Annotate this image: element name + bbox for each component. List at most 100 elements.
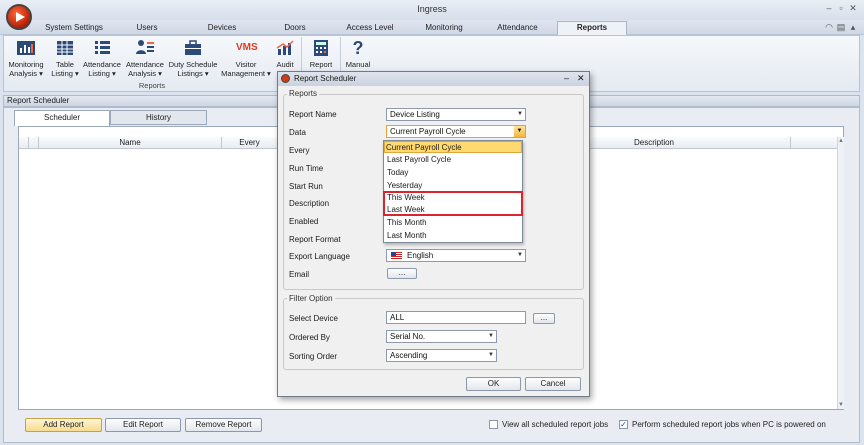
every-label: Every — [289, 146, 310, 155]
perform-jobs-checkbox[interactable]: ✓ — [619, 420, 628, 429]
ribbon-label-line1: Visitor — [235, 60, 257, 69]
tab-scheduler[interactable]: Scheduler — [14, 110, 110, 126]
data-select[interactable]: Current Payroll Cycle ▼ — [386, 125, 526, 138]
sorting-order-select[interactable]: Ascending ▼ — [386, 349, 497, 362]
chevron-down-icon: ▼ — [517, 252, 523, 258]
chevron-down-icon: ▼ — [517, 111, 523, 117]
tab-devices[interactable]: Devices — [198, 22, 246, 35]
vms-icon: VMS — [236, 42, 258, 53]
ribbon-audit[interactable]: Audit — [272, 38, 298, 69]
ribbon-duty-schedule-listings[interactable]: Duty Schedule Listings ▾ — [167, 38, 219, 78]
ribbon-label-line1: Attendance — [83, 60, 121, 69]
export-language-select[interactable]: English ▼ — [386, 249, 526, 262]
add-report-button[interactable]: Add Report — [25, 418, 102, 432]
scroll-up-icon[interactable]: ▲ — [838, 138, 844, 144]
column-separator — [790, 137, 791, 149]
ribbon-label-line2: Listing ▾ — [88, 69, 116, 78]
tab-access-level[interactable]: Access Level — [340, 22, 400, 35]
tab-reports[interactable]: Reports — [557, 21, 627, 35]
analysis-icon — [136, 40, 154, 54]
minimize-icon[interactable]: – — [824, 3, 834, 13]
dropdown-option[interactable]: Last Month — [386, 230, 520, 242]
ordered-by-select[interactable]: Serial No. ▼ — [386, 330, 497, 343]
briefcase-icon — [185, 40, 201, 55]
column-header-description[interactable]: Description — [590, 138, 718, 147]
ok-button[interactable]: OK — [466, 377, 521, 391]
tab-monitoring[interactable]: Monitoring — [418, 22, 470, 35]
edit-report-button[interactable]: Edit Report — [105, 418, 181, 432]
report-format-label: Report Format — [289, 235, 341, 244]
start-run-label: Start Run — [289, 182, 323, 191]
select-device-input[interactable]: ALL — [386, 311, 526, 324]
ribbon-label-line1: Duty Schedule — [168, 60, 218, 69]
dropdown-option[interactable]: Current Payroll Cycle — [384, 141, 522, 153]
ribbon-monitoring-analysis[interactable]: Monitoring Analysis ▾ — [6, 38, 46, 78]
ribbon-label-line1: Table — [56, 60, 74, 69]
perform-jobs-label: Perform scheduled report jobs when PC is… — [632, 420, 826, 429]
column-separator — [28, 137, 29, 149]
ordered-by-value: Serial No. — [390, 332, 426, 341]
tab-attendance[interactable]: Attendance — [490, 22, 545, 35]
help-toggle-icon[interactable]: ◠ — [824, 22, 834, 33]
dialog-title: Report Scheduler — [278, 72, 589, 86]
ribbon-label-line1: Monitoring — [8, 60, 44, 69]
view-all-checkbox[interactable] — [489, 420, 498, 429]
export-language-label: Export Language — [289, 252, 350, 261]
ribbon-report[interactable]: Report — [305, 38, 337, 69]
dropdown-option[interactable]: This Month — [386, 217, 520, 229]
column-separator — [38, 137, 39, 149]
ribbon-label-line1: Audit — [276, 60, 294, 69]
select-device-button[interactable]: ... — [533, 313, 555, 324]
data-label: Data — [289, 128, 306, 137]
pin-icon[interactable]: ▴ — [848, 22, 858, 33]
scroll-down-icon[interactable]: ▼ — [838, 402, 844, 408]
dialog-close-icon[interactable]: ✕ — [577, 73, 585, 84]
dropdown-option[interactable]: Today — [386, 167, 520, 179]
settings-small-icon[interactable]: ▤ — [836, 22, 846, 33]
ordered-by-label: Ordered By — [289, 333, 330, 342]
us-flag-icon — [391, 252, 402, 260]
run-time-label: Run Time — [289, 164, 324, 173]
tab-history[interactable]: History — [110, 110, 207, 125]
ribbon-table-listing[interactable]: Table Listing ▾ — [49, 38, 81, 78]
audit-chart-icon — [276, 40, 294, 55]
tab-system-settings[interactable]: System Settings — [40, 22, 108, 35]
chevron-down-icon[interactable]: ▼ — [514, 126, 525, 137]
chevron-down-icon: ▼ — [488, 333, 494, 339]
highlight-box — [383, 191, 523, 216]
play-icon — [16, 12, 25, 22]
report-calc-icon — [314, 40, 328, 56]
ribbon-label-line1: Attendance — [126, 60, 164, 69]
app-logo-button[interactable] — [6, 4, 32, 30]
tab-users[interactable]: Users — [125, 22, 169, 35]
description-label: Description — [289, 199, 330, 208]
tab-doors[interactable]: Doors — [275, 22, 315, 35]
grid-scrollbar[interactable] — [837, 137, 844, 409]
ribbon-label-line2: Analysis ▾ — [9, 69, 43, 78]
ribbon-visitor-management[interactable]: VMS Visitor Management ▾ — [221, 38, 271, 78]
column-header-name[interactable]: Name — [40, 138, 220, 147]
report-name-select[interactable]: Device Listing ▼ — [386, 108, 526, 121]
column-header-every[interactable]: Every — [222, 138, 277, 147]
email-label: Email — [289, 270, 310, 279]
cancel-button[interactable]: Cancel — [525, 377, 581, 391]
ribbon-label-line2: Analysis ▾ — [128, 69, 162, 78]
ribbon-label-line1: Report — [309, 60, 333, 69]
email-button[interactable]: ... — [387, 268, 417, 279]
bar-chart-icon — [17, 41, 35, 55]
ribbon-attendance-analysis[interactable]: Attendance Analysis ▾ — [124, 38, 166, 78]
ribbon-attendance-listing[interactable]: Attendance Listing ▾ — [82, 38, 122, 78]
ribbon-label-line2: Listing ▾ — [51, 69, 79, 78]
report-name-label: Report Name — [289, 110, 337, 119]
select-device-label: Select Device — [289, 314, 338, 323]
close-icon[interactable]: ✕ — [848, 3, 858, 14]
sorting-order-label: Sorting Order — [289, 352, 338, 361]
restore-icon[interactable]: ▫ — [836, 3, 846, 13]
app-title: Ingress — [417, 4, 447, 14]
dialog-minimize-icon[interactable]: – — [564, 73, 569, 83]
remove-report-button[interactable]: Remove Report — [185, 418, 262, 432]
reports-legend: Reports — [287, 89, 320, 98]
export-language-value: English — [407, 251, 434, 260]
ribbon-manual[interactable]: ? Manual — [343, 38, 373, 69]
dropdown-option[interactable]: Last Payroll Cycle — [386, 154, 520, 166]
